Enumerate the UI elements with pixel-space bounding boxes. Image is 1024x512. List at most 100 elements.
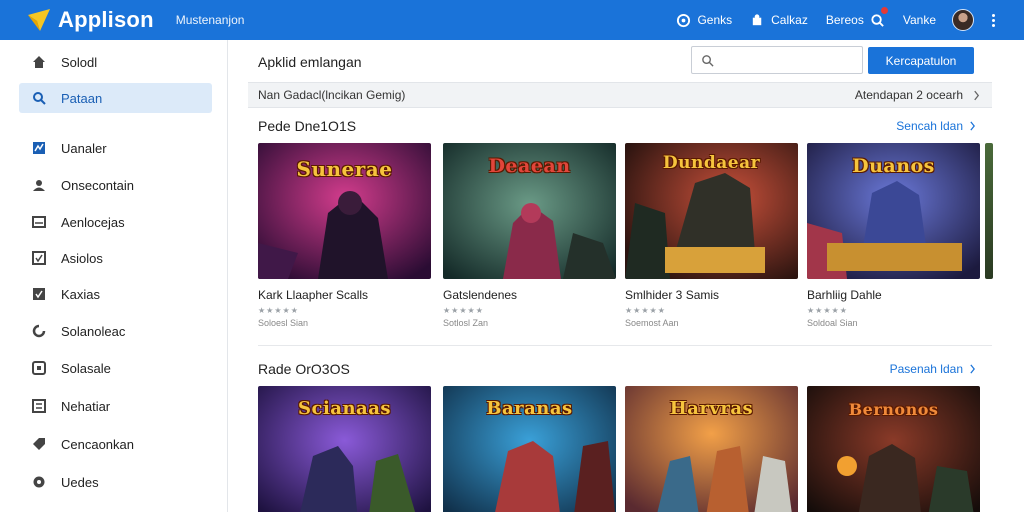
game-art-title: Harvras [669,398,754,419]
notification-dot [880,6,888,14]
primary-button[interactable]: Kercapatulon [868,47,974,74]
game-thumbnail: Dundaear [625,143,798,279]
see-all-link[interactable]: Sencah ldan [896,119,976,133]
sidebar-item-label: Solasale [61,360,111,376]
sidebar-item-label: Uedes [61,474,99,490]
sidebar-item-solasale[interactable]: Solasale [19,353,212,383]
app-logo[interactable]: Applison [26,7,154,33]
sidebar-item-asiolos[interactable]: Asiolos [19,243,212,273]
section-divider [258,345,992,346]
top-action-bereos[interactable]: Bereos [825,6,888,28]
game-art-title: Duanos [852,155,935,177]
game-title: Gatslendenes [443,288,518,302]
sidebar-item-label: Uanaler [61,140,107,156]
game-art-title: Baranas [486,398,573,419]
chat-icon [677,13,691,27]
filter-bar[interactable]: Nan Gadacl(lncikan Gemig) Atendapan 2 oc… [248,82,992,108]
rating-stars: ★★★★★ [625,306,666,315]
user-icon [31,177,47,193]
sidebar-item-kaxias[interactable]: Kaxias [19,279,212,309]
sidebar-item-label: Kaxias [61,286,101,302]
sidebar-item-label: Asiolos [61,250,103,266]
sidebar-item-solodl[interactable]: Solodl [19,47,212,77]
rating-stars: ★★★★★ [258,306,299,315]
game-title: Barhliig Dahle [807,288,882,302]
sidebar-item-nehatiar[interactable]: Nehatiar [19,391,212,421]
top-action-label: Calkaz [771,13,808,27]
logo-icon [28,9,50,31]
filter-label: Nan Gadacl(lncikan Gemig) [258,88,406,102]
home-icon [31,54,47,70]
top-actions: Genks Calkaz Bereos Vanke [666,0,996,40]
game-thumbnail: Harvras [625,386,798,512]
main-content: Apklid emlangan Kercapatulon Nan Gadacl(… [228,40,1024,512]
sidebar-item-onsecontain[interactable]: Onsecontain [19,170,212,200]
top-action-genks[interactable]: Genks [676,13,732,28]
see-all-label: Pasenah ldan [889,362,963,376]
sort-label: Atendapan 2 ocearh [854,88,963,102]
game-card[interactable]: Harvras [625,386,798,512]
check-icon [31,250,47,266]
game-card[interactable]: Baranas [443,386,616,512]
filter-sort[interactable]: Atendapan 2 ocearh [855,88,980,102]
game-card-peek[interactable] [985,143,993,279]
sidebar-item-label: Solanoleac [61,323,126,339]
top-bar: Applison Mustenanjon Genks Calkaz Bereos… [0,0,1024,40]
sidebar-item-label: Pataan [61,90,103,106]
game-card[interactable]: Scianaas [258,386,431,512]
rating-stars: ★★★★★ [443,306,484,315]
game-card[interactable]: Dundaear Smlhider 3 Samis ★★★★★ Soemost … [625,143,798,328]
sidebar-item-cencaonkan[interactable]: Cencaonkan [19,429,212,459]
sidebar-item-label: Cencaonkan [61,436,134,452]
game-meta: Soemost Aan [625,318,679,328]
chevron-right-icon [970,364,975,374]
game-thumbnail: Deaean [443,143,616,279]
sidebar-item-label: Onsecontain [61,177,134,193]
list-icon [31,398,47,414]
sidebar-item-aenlocejas[interactable]: Aenlocejas [19,207,212,237]
sidebar-item-uanaler[interactable]: Uanaler [19,133,212,163]
top-action-vanke[interactable]: Vanke [903,13,936,27]
sidebar-item-label: Aenlocejas [61,214,125,230]
sidebar-item-label: Nehatiar [61,398,111,414]
see-all-label: Sencah ldan [896,119,963,133]
game-meta: Soloesl Sian [258,318,309,328]
more-menu-icon[interactable] [992,13,996,27]
game-card[interactable]: Deaean Gatslendenes ★★★★★ Sotlosl Zan [443,143,616,328]
sidebar-item-solanoleac[interactable]: Solanoleac [19,316,212,346]
top-action-label: Genks [697,13,733,27]
game-thumbnail: Duanos [807,143,980,279]
sidebar-item-pataan[interactable]: Pataan [19,83,212,113]
game-thumbnail: Bernonos [807,386,980,512]
search-input[interactable] [720,53,860,67]
rating-stars: ★★★★★ [807,306,848,315]
game-thumbnail: Sunerae [258,143,431,279]
game-title: Kark Llaapher Scalls [258,288,369,302]
puzzle-icon [752,13,762,25]
game-art-title: Bernonos [848,400,939,419]
game-meta: Sotlosl Zan [443,318,489,328]
avatar[interactable] [952,9,974,31]
inbox-icon [31,214,47,230]
game-art-title: Scianaas [297,398,391,419]
game-art-title: Dundaear [662,153,761,173]
see-all-link[interactable]: Pasenah ldan [890,362,976,376]
search-icon [871,13,884,27]
game-title: Smlhider 3 Samis [625,288,720,302]
page-title: Apklid emlangan [258,54,362,70]
section-title: Rade OrO3OS [258,361,350,377]
game-card[interactable]: Duanos Barhliig Dahle ★★★★★ Soldoal Sian [807,143,980,328]
top-action-label: Vanke [902,13,936,27]
top-action-label: Bereos [825,13,864,27]
game-card[interactable]: Sunerae Kark Llaapher Scalls ★★★★★ Soloe… [258,143,431,328]
app-name: Applison [58,7,154,32]
game-thumbnail: Scianaas [258,386,431,512]
sidebar-item-label: Solodl [61,54,98,70]
chevron-right-icon [970,121,975,131]
chart-icon [31,140,47,156]
search-box[interactable] [691,46,863,74]
top-action-calkaz[interactable]: Calkaz [750,13,808,28]
circle-icon [31,474,47,490]
game-card[interactable]: Bernonos [807,386,980,512]
sidebar-item-uedes[interactable]: Uedes [19,467,212,497]
